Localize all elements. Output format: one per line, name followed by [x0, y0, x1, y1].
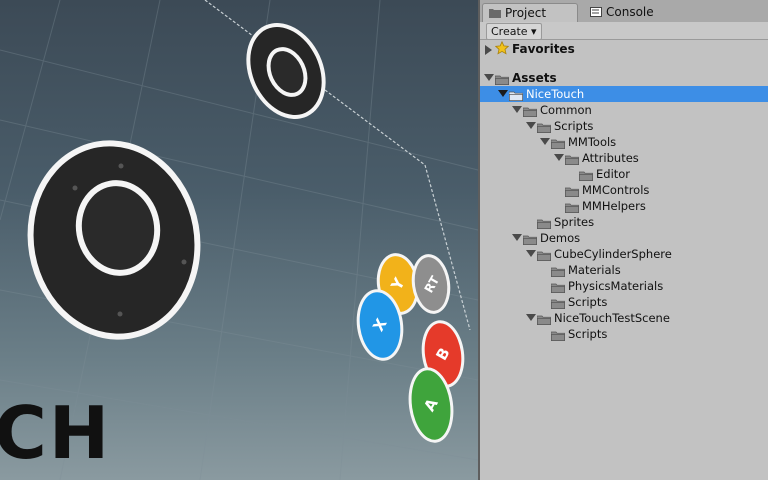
folder-icon	[522, 105, 538, 118]
expand-arrow-right-icon[interactable]	[485, 45, 492, 55]
expand-arrow-down-icon[interactable]	[484, 74, 494, 81]
tab-label: Project	[505, 6, 547, 20]
tree-item-label: Sprites	[554, 215, 595, 229]
project-tree: Favorites Assets NiceTouch Common Scripts MMT…	[480, 40, 768, 480]
tree-item-label: MMHelpers	[582, 199, 646, 213]
tree-item-editor[interactable]: Editor	[480, 166, 768, 182]
tree-item-label: Favorites	[512, 42, 575, 56]
folder-icon	[550, 329, 566, 342]
tree-item-label: Common	[540, 103, 592, 117]
tree-item-label: Scripts	[568, 295, 608, 309]
folder-icon	[550, 297, 566, 310]
folder-icon	[536, 313, 552, 326]
expand-arrow-down-icon[interactable]	[512, 106, 522, 113]
tree-item-attributes[interactable]: Attributes	[480, 150, 768, 166]
project-panel: Project Console Create ▾ Favorites Assets…	[480, 0, 768, 480]
tree-item-cubecylindersphere[interactable]: CubeCylinderSphere	[480, 246, 768, 262]
tree-item-assets[interactable]: Assets	[480, 70, 768, 86]
folder-icon	[578, 169, 594, 182]
tree-item-label: Materials	[568, 263, 621, 277]
expand-arrow-down-icon[interactable]	[540, 138, 550, 145]
tree-item-sprites[interactable]: Sprites	[480, 214, 768, 230]
tree-item-materials[interactable]: Materials	[480, 262, 768, 278]
project-toolbar: Create ▾	[480, 22, 768, 40]
tab-bar: Project Console	[480, 0, 768, 23]
console-icon	[590, 7, 602, 17]
tree-item-label: Scripts	[554, 119, 594, 133]
folder-icon	[550, 281, 566, 294]
tab-label: Console	[606, 5, 654, 19]
expand-arrow-down-icon[interactable]	[526, 122, 536, 129]
expand-arrow-down-icon[interactable]	[554, 154, 564, 161]
tree-item-scripts[interactable]: Scripts	[480, 326, 768, 342]
tree-item-label: Attributes	[582, 151, 639, 165]
folder-icon	[564, 185, 580, 198]
tree-item-mmhelpers[interactable]: MMHelpers	[480, 198, 768, 214]
tree-item-mmcontrols[interactable]: MMControls	[480, 182, 768, 198]
tree-item-scripts[interactable]: Scripts	[480, 294, 768, 310]
tree-item-label: PhysicsMaterials	[568, 279, 664, 293]
folder-icon	[522, 233, 538, 246]
tree-item-scripts[interactable]: Scripts	[480, 118, 768, 134]
expand-arrow-down-icon[interactable]	[526, 314, 536, 321]
folder-icon	[550, 137, 566, 150]
folder-icon	[536, 249, 552, 262]
folder-icon	[550, 265, 566, 278]
tree-item-mmtools[interactable]: MMTools	[480, 134, 768, 150]
tree-item-label: CubeCylinderSphere	[554, 247, 672, 261]
tree-item-label: NiceTouch	[526, 87, 585, 101]
tab-console[interactable]: Console	[584, 3, 674, 22]
tree-item-label: Assets	[512, 71, 557, 85]
tree-item-nicetouch[interactable]: NiceTouch	[480, 86, 768, 102]
tree-item-favorites[interactable]: Favorites	[480, 40, 768, 57]
tree-item-label: Demos	[540, 231, 581, 245]
star-icon	[494, 40, 510, 55]
folder-icon	[508, 89, 524, 102]
tree-item-label: MMControls	[582, 183, 650, 197]
expand-arrow-down-icon[interactable]	[512, 234, 522, 241]
button-rt[interactable]: RT	[408, 252, 454, 317]
tree-item-nicetouchtestscene[interactable]: NiceTouchTestScene	[480, 310, 768, 326]
tree-item-label: Scripts	[568, 327, 608, 341]
tree-item-label: Editor	[596, 167, 631, 181]
tree-item-label: MMTools	[568, 135, 617, 149]
expand-arrow-down-icon[interactable]	[526, 250, 536, 257]
tree-item-common[interactable]: Common	[480, 102, 768, 118]
action-buttons: Y RTXBA	[356, 252, 465, 443]
tree-item-physicsmaterials[interactable]: PhysicsMaterials	[480, 278, 768, 294]
tab-project[interactable]: Project	[482, 3, 578, 22]
tree-item-demos[interactable]: Demos	[480, 230, 768, 246]
folder-icon	[536, 217, 552, 230]
create-button[interactable]: Create ▾	[486, 23, 542, 40]
folder-icon	[564, 201, 580, 214]
folder-icon	[564, 153, 580, 166]
expand-arrow-down-icon[interactable]	[498, 90, 508, 97]
folder-icon	[536, 121, 552, 134]
scene-view[interactable]: CH Y RT X B A	[0, 0, 478, 480]
folder-icon	[489, 9, 501, 18]
folder-icon	[494, 73, 510, 86]
tree-item-label: NiceTouchTestScene	[554, 311, 670, 325]
